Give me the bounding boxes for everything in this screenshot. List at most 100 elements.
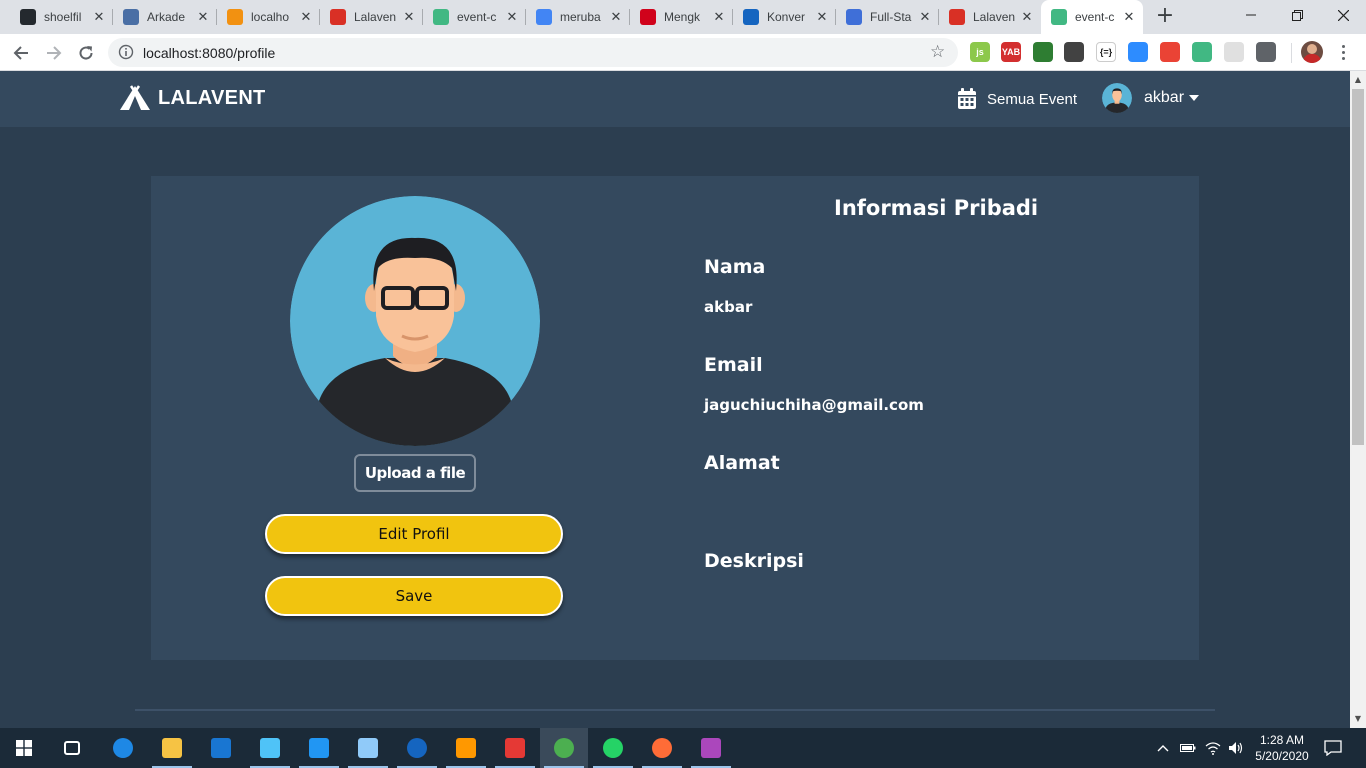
taskbar-app[interactable] (638, 728, 686, 768)
personal-info-title: Informasi Pribadi (834, 196, 1039, 220)
close-tab-icon[interactable]: ✕ (917, 9, 933, 25)
vue-icon (1051, 9, 1067, 25)
nav-all-events-link[interactable]: Semua Event (957, 88, 1077, 110)
scroll-down-arrow-icon[interactable]: ▼ (1353, 714, 1363, 723)
user-avatar (1102, 83, 1132, 113)
browser-tab[interactable]: Mengk ✕ (630, 0, 733, 34)
browser-tab[interactable]: Lalaven ✕ (320, 0, 423, 34)
browser-tab[interactable]: Konver ✕ (733, 0, 836, 34)
close-tab-icon[interactable]: ✕ (608, 9, 624, 25)
taskbar-app[interactable] (295, 728, 343, 768)
close-window-button[interactable] (1320, 0, 1366, 30)
calendar-extension-icon[interactable] (1160, 42, 1180, 62)
vue-devtools-icon[interactable] (1192, 42, 1212, 62)
show-hidden-icons-button[interactable] (1157, 728, 1169, 768)
blank-extension-icon[interactable] (1224, 42, 1244, 62)
reload-button[interactable] (73, 40, 99, 66)
browser-tab[interactable]: localho ✕ (217, 0, 320, 34)
taskbar-app[interactable] (148, 728, 196, 768)
profile-card: Upload a file Edit Profil Save Informasi… (151, 176, 1199, 660)
taskbar-app[interactable] (246, 728, 294, 768)
info-icon[interactable] (118, 44, 134, 60)
browser-tab[interactable]: Full-Sta ✕ (836, 0, 939, 34)
konver-icon (743, 9, 759, 25)
save-button[interactable]: Save (265, 576, 563, 616)
incognito-extension-icon[interactable] (1064, 42, 1084, 62)
start-button[interactable] (0, 728, 48, 768)
caret-down-icon (1189, 95, 1200, 101)
restore-button[interactable] (1274, 0, 1320, 30)
globe-extension-icon[interactable] (1033, 42, 1053, 62)
volume-icon[interactable] (1228, 728, 1244, 768)
scroll-up-arrow-icon[interactable]: ▲ (1353, 75, 1363, 84)
forward-button[interactable] (41, 40, 67, 66)
scrollbar-thumb[interactable] (1352, 89, 1364, 445)
close-tab-icon[interactable]: ✕ (1019, 9, 1035, 25)
user-avatar-illustration (290, 196, 540, 446)
nodejs-extension-icon[interactable]: js (970, 42, 990, 62)
close-tab-icon[interactable]: ✕ (401, 9, 417, 25)
user-menu-dropdown[interactable]: akbar (1102, 83, 1200, 113)
yab-extension-icon[interactable]: YAB (1001, 42, 1021, 62)
browser-tab[interactable]: Arkade ✕ (113, 0, 217, 34)
browser-tab[interactable]: shoelfil ✕ (10, 0, 113, 34)
vue-icon (433, 9, 449, 25)
close-tab-icon[interactable]: ✕ (1121, 9, 1137, 25)
bookmark-star-icon[interactable]: ☆ (930, 42, 945, 62)
upload-file-button[interactable]: Upload a file (354, 454, 476, 492)
taskbar-app[interactable] (99, 728, 147, 768)
browser-tab[interactable]: meruba ✕ (526, 0, 630, 34)
action-center-button[interactable] (1324, 728, 1342, 768)
minimize-button[interactable] (1228, 0, 1274, 30)
wifi-icon[interactable] (1205, 728, 1221, 768)
taskbar-app[interactable] (344, 728, 392, 768)
battery-icon[interactable] (1180, 728, 1196, 768)
app-navbar: LALAVENT Semua Event akbar (0, 71, 1350, 127)
gmail-icon (949, 9, 965, 25)
tab-title: Full-Sta (870, 10, 912, 24)
taskbar-app[interactable] (442, 728, 490, 768)
tab-title: shoelfil (44, 10, 82, 24)
name-label: Nama (704, 256, 766, 278)
browser-tab[interactable]: event-c ✕ (1041, 0, 1143, 34)
tab-title: Lalaven (973, 10, 1016, 24)
taskbar-app[interactable] (491, 728, 539, 768)
close-tab-icon[interactable]: ✕ (195, 9, 211, 25)
page-scrollbar[interactable]: ▲ ▼ (1350, 71, 1366, 728)
taskbar-app[interactable] (393, 728, 441, 768)
restore-icon (1291, 9, 1303, 21)
taskbar-app[interactable] (687, 728, 735, 768)
email-value: jaguchiuchiha@gmail.com (704, 396, 924, 414)
arkademy-icon (123, 9, 139, 25)
edit-profile-button[interactable]: Edit Profil (265, 514, 563, 554)
taskbar-app[interactable] (48, 728, 96, 768)
edge-icon (113, 738, 133, 758)
close-tab-icon[interactable]: ✕ (711, 9, 727, 25)
file-explorer-icon (162, 738, 182, 758)
back-button[interactable] (8, 40, 34, 66)
new-tab-button[interactable]: + (1154, 5, 1176, 27)
taskbar-app[interactable] (540, 728, 588, 768)
zoom-extension-icon[interactable] (1128, 42, 1148, 62)
profile-avatar[interactable] (1301, 41, 1323, 63)
browser-tab[interactable]: Lalaven ✕ (939, 0, 1041, 34)
browser-menu-button[interactable] (1335, 42, 1351, 62)
address-bar[interactable]: localhost:8080/profile ☆ (108, 38, 958, 67)
camera-extension-icon[interactable] (1256, 42, 1276, 62)
system-clock[interactable]: 1:28 AM 5/20/2020 (1250, 732, 1314, 764)
taskbar-app[interactable] (589, 728, 637, 768)
json-extension-icon[interactable]: {=} (1096, 42, 1116, 62)
browser-tab-strip: shoelfil ✕ Arkade ✕ localho ✕ Lalaven ✕ event-c ✕… (0, 0, 1366, 34)
close-tab-icon[interactable]: ✕ (298, 9, 314, 25)
close-tab-icon[interactable]: ✕ (814, 9, 830, 25)
browser-tab[interactable]: event-c ✕ (423, 0, 526, 34)
arrow-left-icon (13, 46, 28, 60)
brand-logo-link[interactable]: LALAVENT (118, 84, 266, 112)
round-blue-app-icon (407, 738, 427, 758)
close-tab-icon[interactable]: ✕ (504, 9, 520, 25)
mail-icon (211, 738, 231, 758)
url-text: localhost:8080/profile (143, 45, 276, 61)
chrome-icon (554, 738, 574, 758)
close-tab-icon[interactable]: ✕ (91, 9, 107, 25)
taskbar-app[interactable] (197, 728, 245, 768)
